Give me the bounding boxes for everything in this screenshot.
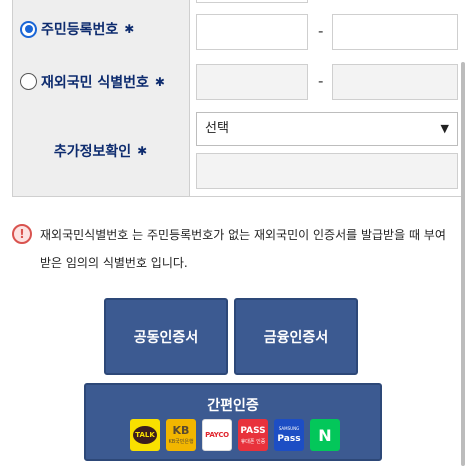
extra-info-cell: 선택 ▼ [190, 105, 462, 196]
kb-logo-text: KB [172, 424, 190, 437]
overseas-id-label: 재외국민 식별번호 [41, 74, 149, 91]
required-star-icon: ✱ [154, 74, 165, 89]
resident-number-dash: - [318, 22, 324, 40]
overseas-id-back-input[interactable] [332, 64, 458, 100]
overseas-id-dash: - [318, 72, 324, 90]
pass-icon[interactable]: PASS 휴대폰 인증 [238, 419, 268, 451]
samsung-logo-top: SAMSUNG [278, 426, 300, 431]
payco-logo-text: PAYCO [205, 431, 229, 439]
naver-logo-text: N [318, 425, 332, 445]
kakao-icon[interactable]: TALK [130, 419, 160, 451]
joint-cert-button[interactable]: 공동인증서 [104, 298, 228, 375]
required-star-icon: ✱ [124, 22, 135, 36]
required-star-icon: ✱ [137, 143, 148, 158]
naver-icon[interactable]: N [310, 419, 340, 451]
easy-auth-button[interactable]: 간편인증 TALK KB KB국민은행 PAYCO PASS 휴대폰 인증 SA… [84, 383, 382, 461]
extra-info-row: 추가정보확인 ✱ 선택 ▼ [12, 105, 462, 197]
extra-info-select[interactable]: 선택 ▼ [196, 112, 458, 146]
notice-line-1: 재외국민식별번호 는 주민등록번호가 없는 재외국민이 인증서를 발급받을 때 … [40, 228, 446, 242]
resident-number-header: 주민등록번호 ✱ [12, 0, 190, 58]
identity-form-table: 주민등록번호 ✱ - 재외국민 식별번호 ✱ - 추가정보확인 ✱ 선택 ▼ [12, 0, 462, 197]
samsung-pass-icon[interactable]: SAMSUNG Pass [274, 419, 304, 451]
extra-info-label: 추가정보확인 [53, 143, 132, 160]
scrollbar-thumb[interactable] [461, 62, 465, 466]
pass-logo-text: PASS [240, 426, 266, 436]
kb-logo-subtext: KB국민은행 [168, 439, 194, 445]
kakao-talk-bubble: TALK [133, 426, 157, 444]
resident-number-label: 주민등록번호 [41, 22, 119, 38]
payco-icon[interactable]: PAYCO [202, 419, 232, 451]
overseas-id-radio[interactable] [20, 73, 37, 90]
finance-cert-button[interactable]: 금융인증서 [234, 298, 358, 375]
kb-bank-icon[interactable]: KB KB국민은행 [166, 419, 196, 451]
resident-number-radio[interactable] [20, 20, 37, 38]
resident-number-cell: - [190, 0, 462, 58]
table-left-border [12, 0, 13, 196]
resident-number-back-input[interactable] [332, 14, 458, 50]
dropdown-arrow-icon: ▼ [440, 122, 449, 135]
extra-info-header: 추가정보확인 ✱ [12, 105, 190, 196]
notice-line-2: 받은 임의의 식별번호 입니다. [40, 256, 188, 270]
overseas-id-cell: - [190, 58, 462, 105]
warning-icon: ! [12, 224, 32, 244]
prev-field-edge [196, 0, 308, 3]
resident-number-front-input[interactable] [196, 14, 308, 50]
resident-number-row: 주민등록번호 ✱ - [12, 0, 462, 59]
notice-block: ! 재외국민식별번호 는 주민등록번호가 없는 재외국민이 인증서를 발급받을 … [12, 221, 458, 277]
overseas-id-header: 재외국민 식별번호 ✱ [12, 58, 190, 105]
pass-logo-subtext: 휴대폰 인증 [240, 439, 266, 445]
overseas-id-front-input[interactable] [196, 64, 308, 100]
samsung-logo-text: Pass [277, 434, 301, 444]
extra-info-input[interactable] [196, 153, 458, 189]
overseas-id-row: 재외국민 식별번호 ✱ - [12, 58, 462, 106]
easy-auth-label: 간편인증 [207, 398, 259, 414]
extra-info-select-value: 선택 [205, 121, 229, 136]
